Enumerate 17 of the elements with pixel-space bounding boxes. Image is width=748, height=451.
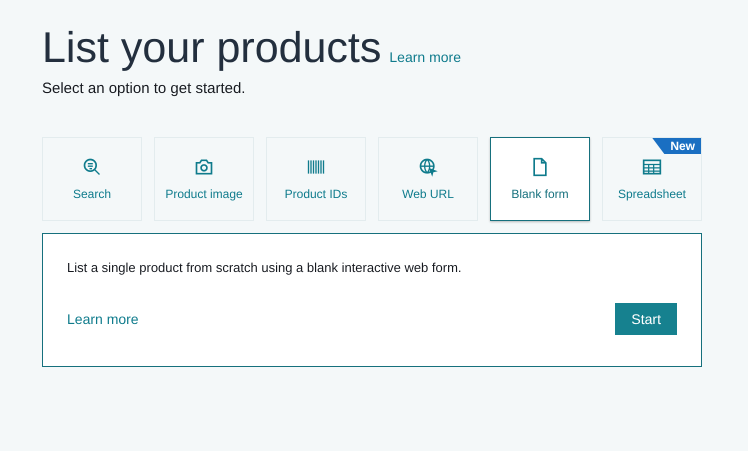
option-card[interactable]: New Spreadsheet	[602, 137, 702, 221]
subtitle: Select an option to get started.	[42, 80, 246, 97]
grid-icon	[642, 157, 662, 177]
camera-icon	[194, 157, 214, 177]
learn-more-link[interactable]: Learn more	[389, 49, 461, 65]
option-card[interactable]: Web URL	[378, 137, 478, 221]
page-title: List your products	[42, 23, 382, 74]
option-card[interactable]: Search	[42, 137, 142, 221]
learn-more-link[interactable]: Learn more	[67, 311, 139, 327]
option-card[interactable]: Blank form	[490, 137, 590, 221]
option-card[interactable]: Product image	[154, 137, 254, 221]
option-card[interactable]: Product IDs	[266, 137, 366, 221]
search-icon	[82, 157, 102, 177]
option-description: List a single product from scratch using a blank interactive web form.	[67, 260, 463, 275]
globe-icon	[418, 157, 438, 177]
new-badge: New	[652, 138, 701, 154]
start-button[interactable]: Start	[615, 303, 677, 335]
